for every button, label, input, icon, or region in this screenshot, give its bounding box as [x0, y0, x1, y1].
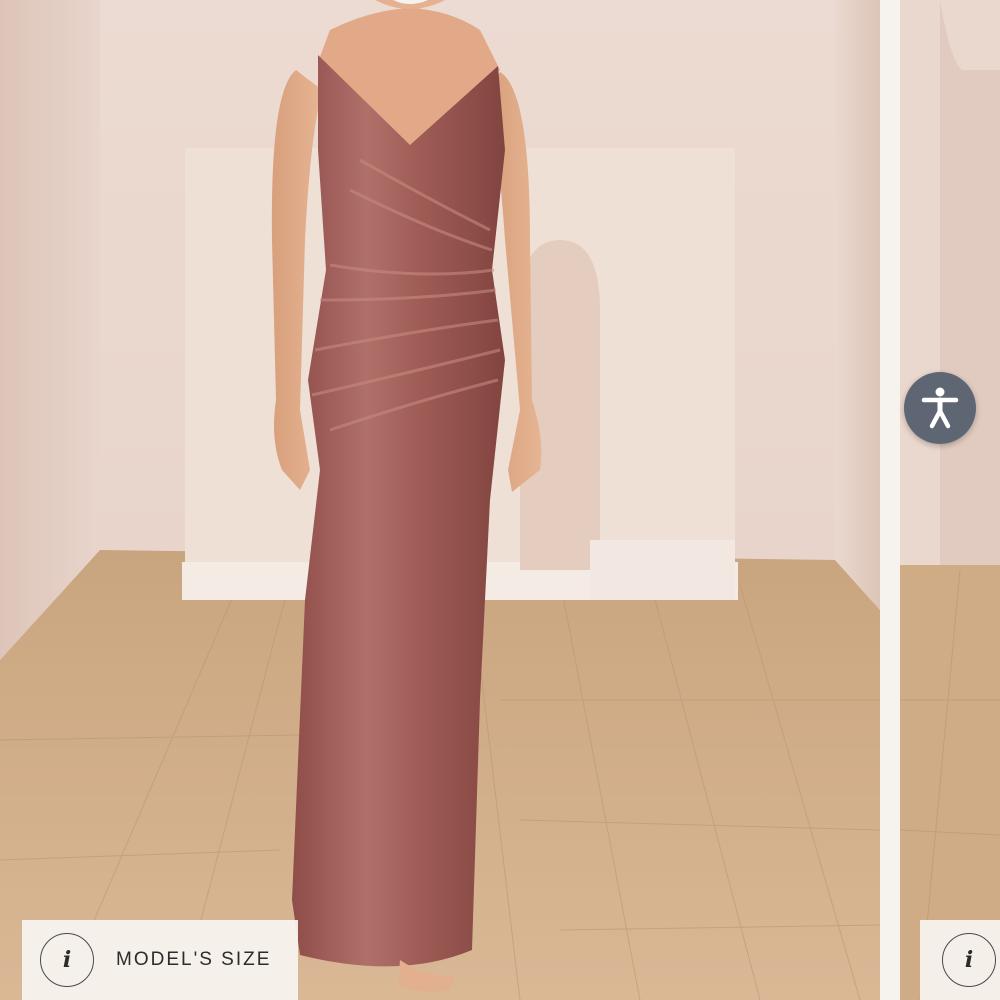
- gallery-slide-next[interactable]: [900, 0, 1000, 1000]
- slide-gutter: [880, 0, 900, 1000]
- gallery-slide-current[interactable]: i MODEL'S SIZE: [0, 0, 880, 1000]
- info-icon: i: [40, 933, 94, 987]
- product-photo-next: [900, 0, 1000, 1000]
- accessibility-button[interactable]: [904, 372, 976, 444]
- models-size-button-next[interactable]: i: [920, 920, 1000, 1000]
- models-size-label: MODEL'S SIZE: [116, 949, 272, 970]
- product-image-gallery: i MODEL'S SIZE i: [0, 0, 1000, 1000]
- models-size-button[interactable]: i MODEL'S SIZE: [22, 920, 298, 1000]
- product-photo: [0, 0, 880, 1000]
- info-icon: i: [942, 933, 996, 987]
- accessibility-person-icon: [921, 387, 959, 429]
